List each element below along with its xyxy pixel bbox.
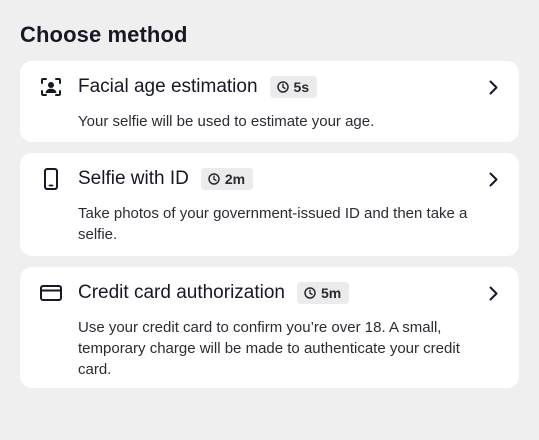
- page-title: Choose method: [20, 22, 188, 47]
- method-description: Use your credit card to confirm you’re o…: [78, 319, 460, 378]
- method-card-facial-age-estimation[interactable]: Facial age estimation 5s Your selfie wil…: [20, 61, 519, 142]
- phone-icon: [40, 168, 62, 190]
- method-title: Facial age estimation: [78, 76, 258, 97]
- chevron-right-icon: [487, 169, 499, 189]
- method-list: Facial age estimation 5s Your selfie wil…: [20, 61, 519, 388]
- time-badge-label: 5s: [293, 79, 310, 95]
- face-scan-icon: [40, 76, 62, 98]
- chevron-right-icon: [487, 77, 499, 97]
- method-description: Take photos of your government-issued ID…: [78, 205, 468, 243]
- chevron-right-icon: [487, 283, 499, 303]
- time-badge: 2m: [200, 168, 254, 190]
- method-header: Facial age estimation 5s: [40, 74, 471, 100]
- time-badge: 5m: [297, 282, 350, 304]
- method-title: Credit card authorization: [78, 282, 285, 303]
- time-badge: 5s: [269, 76, 318, 98]
- time-badge-label: 5m: [321, 285, 342, 301]
- time-badge-label: 2m: [224, 171, 246, 187]
- clock-icon: [304, 287, 316, 299]
- method-header: Selfie with ID 2m: [40, 166, 471, 192]
- method-title: Selfie with ID: [78, 168, 189, 189]
- clock-icon: [208, 173, 220, 185]
- method-card-selfie-with-id[interactable]: Selfie with ID 2m Take photos of your go…: [20, 153, 519, 256]
- method-header: Credit card authorization 5m: [40, 280, 471, 306]
- clock-icon: [276, 81, 289, 93]
- method-description: Your selfie will be used to estimate you…: [78, 113, 375, 130]
- method-card-credit-card-authorization[interactable]: Credit card authorization 5m Use your cr…: [20, 267, 519, 388]
- choose-method-screen: Choose method Facial age estimation 5s Y…: [0, 0, 539, 440]
- credit-card-icon: [40, 282, 62, 304]
